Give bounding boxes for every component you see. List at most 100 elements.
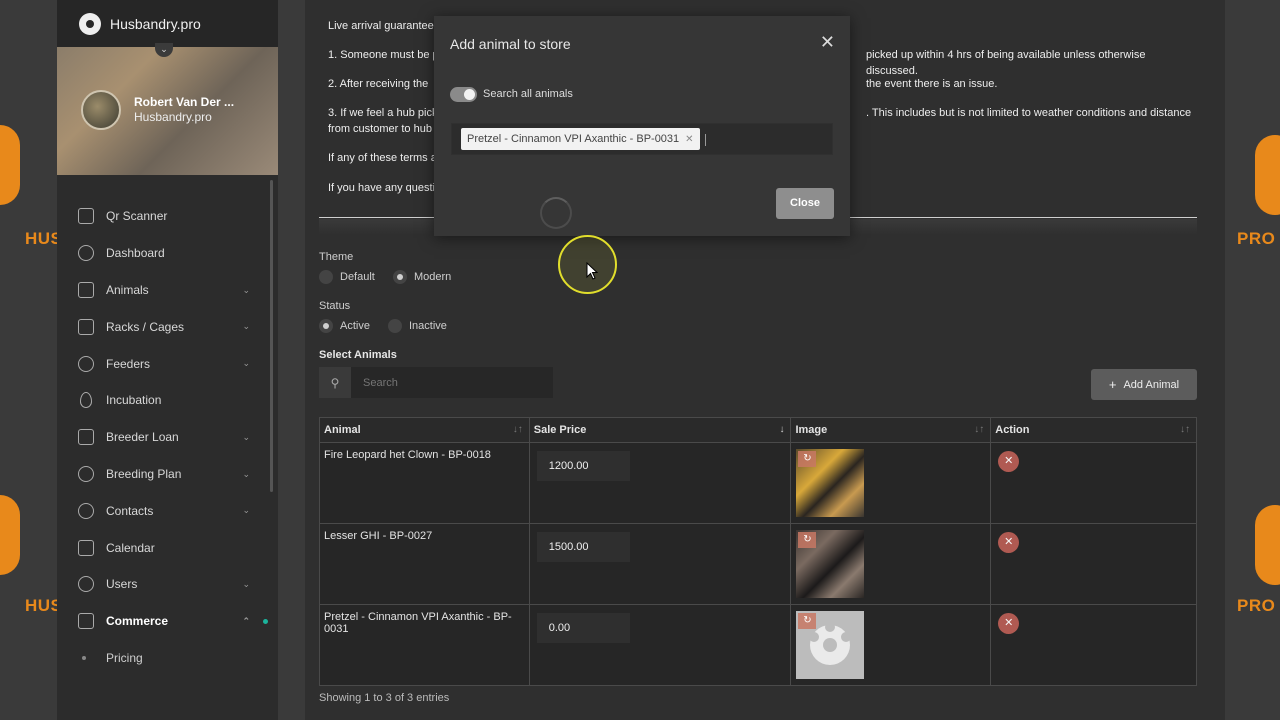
status-active-radio[interactable]: Active bbox=[319, 319, 370, 333]
sidebar-item-label: Calendar bbox=[106, 540, 155, 555]
action-cell: ✕ bbox=[990, 523, 1197, 605]
sidebar-item-breeder-loan[interactable]: Breeder Loan ⌄ bbox=[57, 419, 278, 456]
sidebar-item-qr-scanner[interactable]: Qr Scanner bbox=[57, 198, 278, 235]
nav-menu: Qr Scanner Dashboard Animals ⌄ Racks / Ca… bbox=[57, 175, 278, 676]
radio-circle bbox=[393, 270, 407, 284]
sidebar-item-users[interactable]: Users ⌄ bbox=[57, 566, 278, 603]
price-input[interactable]: 1200.00 bbox=[536, 451, 630, 481]
radio-circle bbox=[319, 270, 333, 284]
add-animal-button[interactable]: + Add Animal bbox=[1091, 369, 1197, 400]
sidebar-subitem-pricing[interactable]: Pricing bbox=[57, 640, 278, 676]
remove-icon[interactable]: ✕ bbox=[998, 613, 1020, 634]
animal-select-field[interactable]: Pretzel - Cinnamon VPI Axanthic - BP-003… bbox=[451, 123, 833, 155]
price-cell: 1200.00 bbox=[528, 442, 792, 524]
theme-modern-radio[interactable]: Modern bbox=[393, 270, 451, 284]
animals-table: Animal ↓↑ Sale Price ↓ Image ↓↑ Action ↓↑ Fi… bbox=[319, 417, 1197, 686]
radio-circle bbox=[319, 319, 333, 333]
terms-line: picked up within 4 hrs of being availabl… bbox=[866, 49, 1146, 77]
animal-cell: Lesser GHI - BP-0027 bbox=[319, 523, 530, 605]
side-mark-left: HUS bbox=[25, 229, 57, 248]
sidebar-item-incubation[interactable]: Incubation bbox=[57, 382, 278, 419]
column-header-sale-price[interactable]: Sale Price ↓ bbox=[528, 417, 792, 443]
chip-remove-icon[interactable]: ✕ bbox=[685, 134, 693, 145]
search-icon: ⚲ bbox=[319, 367, 351, 398]
active-indicator bbox=[263, 618, 268, 624]
column-header-image[interactable]: Image ↓↑ bbox=[790, 417, 992, 443]
profile-card[interactable]: ⌄ Robert Van Der ... Husbandry.pro bbox=[57, 43, 278, 175]
loading-spinner-icon bbox=[540, 197, 572, 229]
header-label: Sale Price bbox=[533, 424, 587, 436]
price-input[interactable]: 0.00 bbox=[536, 613, 630, 643]
price-input[interactable]: 1500.00 bbox=[536, 532, 630, 562]
sidebar-item-commerce[interactable]: Commerce ⌃ bbox=[57, 603, 278, 640]
theme-label: Theme bbox=[319, 251, 354, 263]
sidebar-item-contacts[interactable]: Contacts ⌄ bbox=[57, 492, 278, 529]
text-caret bbox=[705, 134, 706, 146]
search-all-toggle[interactable] bbox=[450, 87, 477, 102]
sidebar-item-breeding-plan[interactable]: Breeding Plan ⌄ bbox=[57, 456, 278, 493]
action-cell: ✕ bbox=[990, 442, 1197, 524]
qr-icon bbox=[78, 208, 94, 225]
terms-line: 3. If we feel a hub pick bbox=[328, 107, 438, 119]
radio-label: Active bbox=[340, 320, 370, 332]
terms-line: the event there is an issue. bbox=[866, 78, 998, 90]
status-label: Status bbox=[319, 300, 351, 312]
table-row: Fire Leopard het Clown - BP-0018 1200.00… bbox=[319, 442, 1197, 524]
placeholder-photo: ↻ bbox=[796, 611, 865, 679]
add-animal-label: Add Animal bbox=[1123, 378, 1180, 391]
side-mark-right: PRO bbox=[1237, 229, 1276, 248]
sidebar-item-feeders[interactable]: Feeders ⌄ bbox=[57, 345, 278, 382]
chevron-down-icon: ⌄ bbox=[242, 358, 250, 369]
refresh-icon[interactable]: ↻ bbox=[798, 451, 817, 467]
header-label: Animal bbox=[324, 424, 361, 436]
close-button[interactable]: Close bbox=[776, 188, 834, 219]
status-inactive-radio[interactable]: Inactive bbox=[388, 319, 447, 333]
chevron-down-icon: ⌄ bbox=[242, 321, 250, 332]
terms-line: Live arrival guarantee bbox=[328, 20, 434, 32]
profile-subtitle: Husbandry.pro bbox=[134, 110, 212, 124]
husbandry-logo-icon bbox=[79, 12, 101, 35]
image-cell: ↻ bbox=[790, 604, 992, 686]
chevron-down-icon: ⌄ bbox=[242, 431, 250, 442]
chevron-down-icon: ⌄ bbox=[242, 578, 250, 589]
refresh-icon[interactable]: ↻ bbox=[798, 532, 817, 548]
terms-line: If you have any questi bbox=[328, 182, 436, 194]
chip-label: Pretzel - Cinnamon VPI Axanthic - BP-003… bbox=[467, 133, 680, 145]
brand-name: Husbandry.pro bbox=[110, 15, 201, 32]
sidebar-item-label: Dashboard bbox=[106, 246, 165, 261]
header-label: Action bbox=[995, 424, 1030, 436]
terms-line: If any of these terms a bbox=[328, 152, 437, 164]
contacts-icon bbox=[78, 502, 94, 519]
brand-header[interactable]: Husbandry.pro bbox=[57, 0, 278, 47]
radio-label: Modern bbox=[414, 271, 452, 283]
price-cell: 0.00 bbox=[528, 604, 792, 686]
sidebar-item-racks-cages[interactable]: Racks / Cages ⌄ bbox=[57, 308, 278, 345]
toggle-label: Search all animals bbox=[483, 88, 573, 100]
sort-icon: ↓↑ bbox=[1180, 424, 1190, 435]
close-icon[interactable]: ✕ bbox=[820, 32, 835, 53]
search-input[interactable] bbox=[351, 376, 551, 389]
sidebar-scrollbar[interactable] bbox=[270, 180, 273, 492]
sidebar-item-dashboard[interactable]: Dashboard bbox=[57, 235, 278, 272]
sort-icon: ↓↑ bbox=[512, 424, 523, 435]
snake-icon bbox=[78, 281, 94, 298]
sidebar: Husbandry.pro ⌄ Robert Van Der ... Husba… bbox=[57, 0, 278, 720]
sidebar-item-animals[interactable]: Animals ⌄ bbox=[57, 272, 278, 309]
table-row: Pretzel - Cinnamon VPI Axanthic - BP-003… bbox=[319, 604, 1197, 686]
chevron-down-icon[interactable]: ⌄ bbox=[155, 43, 173, 57]
sidebar-item-label: Breeder Loan bbox=[106, 430, 179, 445]
plan-icon bbox=[78, 465, 94, 482]
column-header-animal[interactable]: Animal ↓↑ bbox=[319, 417, 530, 443]
terms-line: from customer to hub bbox=[328, 123, 432, 135]
mouse-pointer-icon bbox=[586, 262, 598, 280]
dashboard-icon bbox=[78, 245, 94, 262]
chevron-down-icon: ⌄ bbox=[242, 284, 250, 295]
column-header-action[interactable]: Action ↓↑ bbox=[990, 417, 1197, 443]
remove-icon[interactable]: ✕ bbox=[998, 451, 1020, 472]
radio-label: Default bbox=[340, 271, 375, 283]
sidebar-item-calendar[interactable]: Calendar bbox=[57, 529, 278, 566]
avatar bbox=[81, 90, 121, 130]
left-side-background: HUS HUS bbox=[0, 0, 57, 720]
remove-icon[interactable]: ✕ bbox=[998, 532, 1020, 553]
theme-default-radio[interactable]: Default bbox=[319, 270, 375, 284]
